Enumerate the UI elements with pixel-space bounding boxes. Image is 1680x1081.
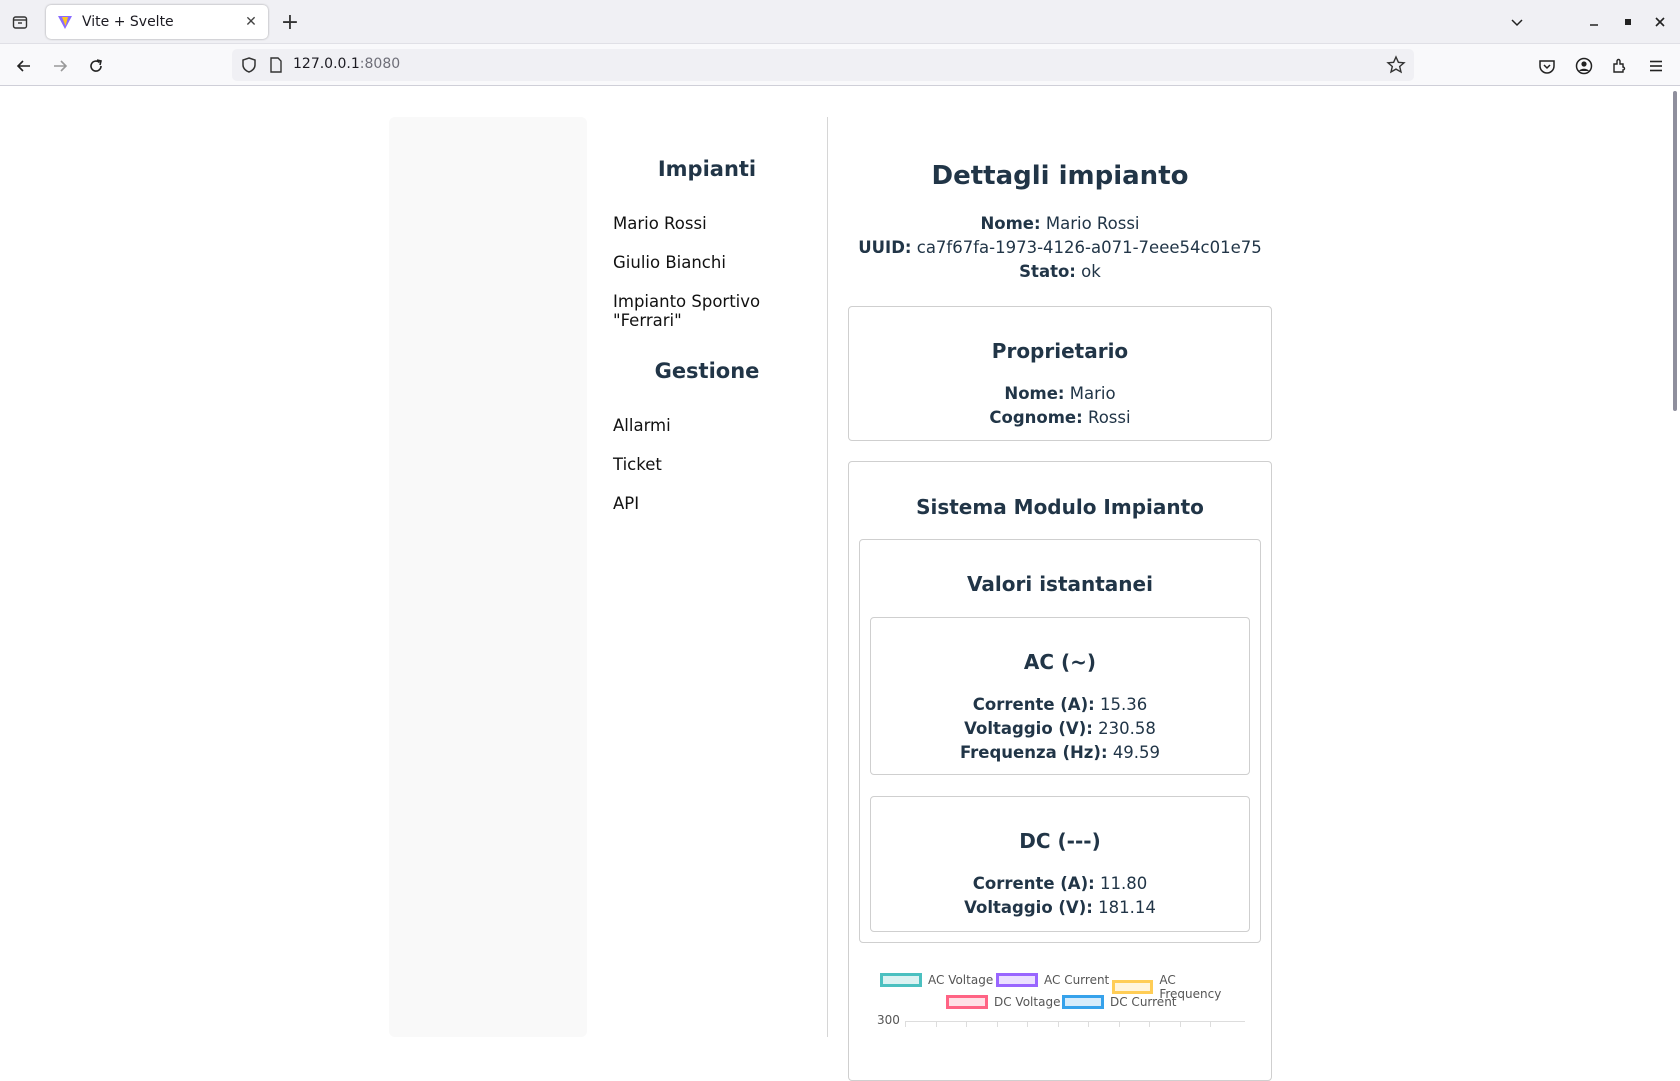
sidebar-section-impianti-title: Impianti	[657, 157, 757, 181]
owner-title: Proprietario	[991, 339, 1129, 363]
sidebar-item-api[interactable]: API	[613, 494, 813, 513]
pocket-icon[interactable]	[1534, 53, 1560, 79]
new-tab-icon[interactable]: +	[278, 10, 302, 35]
detail-uuid: UUID: ca7f67fa-1973-4126-a071-7eee54c01e…	[858, 238, 1262, 257]
dc-card: DC (---) Corrente (A): 11.80 Voltaggio (…	[870, 796, 1250, 932]
ac-card: AC (~) Corrente (A): 15.36 Voltaggio (V)…	[870, 617, 1250, 775]
chart-grid-tick	[1210, 1021, 1211, 1027]
scrollbar-thumb[interactable]	[1673, 91, 1677, 411]
sidebar-nav: Impianti Mario Rossi Giulio Bianchi Impi…	[610, 117, 828, 1037]
reload-icon[interactable]	[83, 53, 109, 79]
tab-overview-icon[interactable]	[8, 10, 32, 34]
legend-swatch	[1062, 995, 1104, 1009]
extensions-icon[interactable]	[1607, 53, 1633, 79]
page-title: Dettagli impianto	[931, 161, 1189, 191]
tracking-shield-icon[interactable]	[240, 56, 258, 74]
sidebar-item-giulio-bianchi[interactable]: Giulio Bianchi	[613, 253, 813, 272]
ac-voltaggio: Voltaggio (V): 230.58	[964, 719, 1156, 738]
ac-frequenza: Frequenza (Hz): 49.59	[959, 743, 1161, 762]
chart-grid-tick	[1088, 1021, 1089, 1027]
ac-corrente: Corrente (A): 15.36	[972, 695, 1148, 714]
dc-title: DC (---)	[1019, 829, 1101, 853]
close-window-icon[interactable]	[1648, 10, 1672, 34]
chart-y-tick-label: 300	[877, 1013, 900, 1027]
sidebar-item-mario-rossi[interactable]: Mario Rossi	[613, 214, 813, 233]
browser-tab[interactable]: Vite + Svelte ✕	[46, 5, 268, 39]
system-title: Sistema Modulo Impianto	[916, 495, 1204, 519]
legend-item-ac-current[interactable]: AC Current	[996, 973, 1109, 987]
page-viewport: Impianti Mario Rossi Giulio Bianchi Impi…	[0, 87, 1680, 1081]
page-info-icon[interactable]	[268, 56, 284, 74]
chart-grid-tick	[905, 1021, 906, 1027]
chart-grid-tick	[1027, 1021, 1028, 1027]
legend-swatch	[1112, 980, 1154, 994]
owner-nome: Nome: Mario	[1004, 384, 1116, 403]
list-all-tabs-icon[interactable]	[1505, 10, 1529, 34]
tab-title: Vite + Svelte	[82, 14, 174, 30]
detail-nome: Nome: Mario Rossi	[980, 214, 1140, 233]
legend-swatch	[880, 973, 922, 987]
maximize-icon[interactable]	[1616, 10, 1640, 34]
chart-grid-tick	[1149, 1021, 1150, 1027]
sidebar-item-ticket[interactable]: Ticket	[613, 455, 813, 474]
account-icon[interactable]	[1571, 53, 1597, 79]
browser-nav-bar: 127.0.0.1:8080	[0, 44, 1680, 86]
url-text: 127.0.0.1:8080	[293, 56, 401, 72]
instant-values-title: Valori istantanei	[967, 572, 1153, 596]
legend-item-dc-current[interactable]: DC Current	[1062, 995, 1177, 1009]
sidebar-item-impianto-sportivo[interactable]: Impianto Sportivo "Ferrari"	[613, 292, 813, 330]
owner-cognome: Cognome: Rossi	[989, 408, 1131, 427]
chart-grid-tick	[1057, 1021, 1059, 1027]
page-scrollbar[interactable]	[1668, 87, 1680, 1024]
chart-grid-tick	[996, 1021, 998, 1027]
minimize-icon[interactable]	[1582, 10, 1606, 34]
vite-favicon-icon	[58, 16, 72, 29]
detail-stato: Stato: ok	[1019, 262, 1101, 281]
chart-gridline	[905, 1021, 1245, 1022]
legend-swatch	[946, 995, 988, 1009]
chart-grid-tick	[935, 1021, 937, 1027]
legend-swatch	[996, 973, 1038, 987]
chart-grid-tick	[1118, 1021, 1120, 1027]
dc-voltaggio: Voltaggio (V): 181.14	[964, 898, 1156, 917]
instant-values-card: Valori istantanei AC (~) Corrente (A): 1…	[859, 539, 1261, 943]
close-tab-icon[interactable]: ✕	[240, 11, 262, 33]
bookmark-star-icon[interactable]	[1386, 55, 1406, 75]
app-menu-icon[interactable]	[1643, 53, 1669, 79]
chart-grid-tick	[1179, 1021, 1181, 1027]
url-bar[interactable]: 127.0.0.1:8080	[232, 49, 1414, 81]
browser-tab-bar: Vite + Svelte ✕ +	[0, 0, 1680, 44]
dc-corrente: Corrente (A): 11.80	[972, 874, 1148, 893]
ac-title: AC (~)	[1023, 650, 1097, 674]
legend-item-ac-voltage[interactable]: AC Voltage	[880, 973, 993, 987]
sidebar-item-allarmi[interactable]: Allarmi	[613, 416, 813, 435]
chart-grid-tick	[966, 1021, 967, 1027]
forward-icon[interactable]	[47, 53, 73, 79]
left-panel	[389, 117, 587, 1037]
back-icon[interactable]	[11, 53, 37, 79]
sidebar-section-gestione-title: Gestione	[654, 359, 760, 383]
owner-card: Proprietario Nome: Mario Cognome: Rossi	[848, 306, 1272, 441]
chart-legend: AC Voltage AC Current AC Frequency DC Vo…	[880, 973, 1240, 1021]
legend-item-dc-voltage[interactable]: DC Voltage	[946, 995, 1060, 1009]
